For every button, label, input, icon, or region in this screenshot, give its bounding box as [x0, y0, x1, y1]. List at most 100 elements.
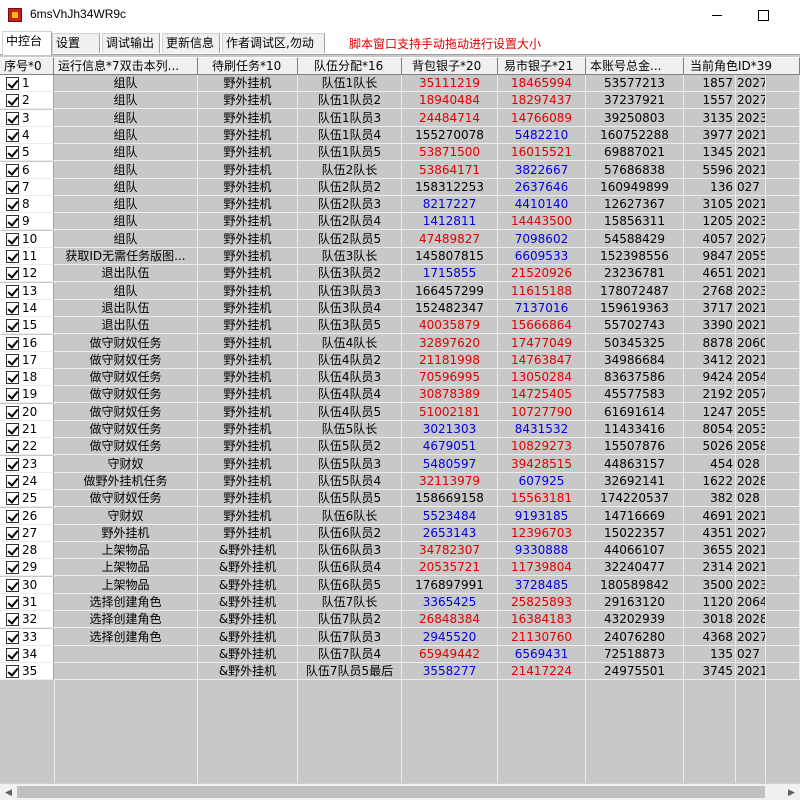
- role-id-suffix-cell[interactable]: 2064: [736, 594, 766, 611]
- bag-silver-cell[interactable]: 158669158: [402, 490, 498, 507]
- table-row[interactable]: 27 野外挂机 野外挂机 队伍6队员2 2653143 12396703 15022357 4…: [0, 525, 800, 542]
- role-id-suffix-cell[interactable]: 2058: [736, 438, 766, 455]
- checkbox-checked-icon[interactable]: [6, 613, 19, 626]
- market-silver-cell[interactable]: 16384183: [498, 611, 586, 628]
- tab-debug-output[interactable]: 调试输出: [102, 33, 160, 53]
- bag-silver-cell[interactable]: 155270078: [402, 127, 498, 144]
- row-index-cell[interactable]: 13: [0, 283, 54, 300]
- run-info-cell[interactable]: 组队: [54, 179, 198, 196]
- run-info-cell[interactable]: 组队: [54, 162, 198, 179]
- team-cell[interactable]: 队伍4队员4: [298, 386, 402, 403]
- run-info-cell[interactable]: 退出队伍: [54, 317, 198, 334]
- checkbox-checked-icon[interactable]: [6, 215, 19, 228]
- row-index-cell[interactable]: 21: [0, 421, 54, 438]
- role-id-suffix-cell[interactable]: 2028: [736, 473, 766, 490]
- role-id-cell[interactable]: 135: [684, 646, 736, 663]
- header-index[interactable]: 序号*0: [0, 57, 54, 75]
- run-info-cell[interactable]: 守财奴: [54, 508, 198, 525]
- market-silver-cell[interactable]: 17477049: [498, 335, 586, 352]
- row-index-cell[interactable]: 20: [0, 404, 54, 421]
- team-cell[interactable]: 队伍6队员2: [298, 525, 402, 542]
- role-id-cell[interactable]: 4651: [684, 265, 736, 282]
- role-id-suffix-cell[interactable]: 2027: [736, 75, 766, 92]
- checkbox-checked-icon[interactable]: [6, 233, 19, 246]
- role-id-suffix-cell[interactable]: 2021: [736, 508, 766, 525]
- tab-update-info[interactable]: 更新信息: [162, 33, 220, 53]
- table-row[interactable]: 9 组队 野外挂机 队伍2队员4 1412811 14443500 15856311 1205…: [0, 213, 800, 230]
- pending-task-cell[interactable]: 野外挂机: [198, 196, 298, 213]
- role-id-cell[interactable]: 3745: [684, 663, 736, 680]
- team-cell[interactable]: 队伍5队员5: [298, 490, 402, 507]
- table-row[interactable]: 33 选择创建角色 &野外挂机 队伍7队员3 2945520 21130760 240762…: [0, 629, 800, 646]
- pending-task-cell[interactable]: 野外挂机: [198, 404, 298, 421]
- row-index-cell[interactable]: 32: [0, 611, 54, 628]
- role-id-cell[interactable]: 4057: [684, 231, 736, 248]
- team-cell[interactable]: 队伍1队员3: [298, 110, 402, 127]
- run-info-cell[interactable]: 选择创建角色: [54, 629, 198, 646]
- table-row[interactable]: 21 做守财奴任务 野外挂机 队伍5队长 3021303 8431532 11433416 8…: [0, 421, 800, 438]
- bag-silver-cell[interactable]: 1715855: [402, 265, 498, 282]
- market-silver-cell[interactable]: 8431532: [498, 421, 586, 438]
- pending-task-cell[interactable]: 野外挂机: [198, 179, 298, 196]
- team-cell[interactable]: 队伍3队员2: [298, 265, 402, 282]
- bag-silver-cell[interactable]: 53871500: [402, 144, 498, 161]
- market-silver-cell[interactable]: 12396703: [498, 525, 586, 542]
- role-id-suffix-cell[interactable]: 2021: [736, 127, 766, 144]
- team-cell[interactable]: 队伍7队员2: [298, 611, 402, 628]
- bag-silver-cell[interactable]: 8217227: [402, 196, 498, 213]
- checkbox-checked-icon[interactable]: [6, 94, 19, 107]
- team-cell[interactable]: 队伍6队员5: [298, 577, 402, 594]
- run-info-cell[interactable]: 退出队伍: [54, 300, 198, 317]
- role-id-cell[interactable]: 5596: [684, 162, 736, 179]
- bag-silver-cell[interactable]: 24484714: [402, 110, 498, 127]
- bag-silver-cell[interactable]: 26848384: [402, 611, 498, 628]
- account-total-cell[interactable]: 15507876: [586, 438, 684, 455]
- table-row[interactable]: 18 做守财奴任务 野外挂机 队伍4队员3 70596995 13050284 836375…: [0, 369, 800, 386]
- pending-task-cell[interactable]: 野外挂机: [198, 473, 298, 490]
- row-index-cell[interactable]: 29: [0, 559, 54, 576]
- run-info-cell[interactable]: 上架物品: [54, 559, 198, 576]
- role-id-cell[interactable]: 136: [684, 179, 736, 196]
- pending-task-cell[interactable]: 野外挂机: [198, 438, 298, 455]
- checkbox-checked-icon[interactable]: [6, 527, 19, 540]
- header-pending-task[interactable]: 待刷任务*10: [198, 57, 298, 75]
- team-cell[interactable]: 队伍5队员3: [298, 456, 402, 473]
- account-total-cell[interactable]: 152398556: [586, 248, 684, 265]
- checkbox-checked-icon[interactable]: [6, 112, 19, 125]
- market-silver-cell[interactable]: 18465994: [498, 75, 586, 92]
- role-id-suffix-cell[interactable]: 027: [736, 646, 766, 663]
- account-total-cell[interactable]: 69887021: [586, 144, 684, 161]
- account-total-cell[interactable]: 15856311: [586, 213, 684, 230]
- pending-task-cell[interactable]: 野外挂机: [198, 421, 298, 438]
- bag-silver-cell[interactable]: 4679051: [402, 438, 498, 455]
- table-row[interactable]: 3 组队 野外挂机 队伍1队员3 24484714 14766089 39250803 313…: [0, 110, 800, 127]
- table-row[interactable]: 23 守财奴 野外挂机 队伍5队员3 5480597 39428515 44863157 45…: [0, 456, 800, 473]
- run-info-cell[interactable]: 组队: [54, 213, 198, 230]
- checkbox-checked-icon[interactable]: [6, 406, 19, 419]
- role-id-cell[interactable]: 4691: [684, 508, 736, 525]
- row-index-cell[interactable]: 34: [0, 646, 54, 663]
- pending-task-cell[interactable]: 野外挂机: [198, 162, 298, 179]
- header-market-silver[interactable]: 易市银子*21: [498, 57, 586, 75]
- account-total-cell[interactable]: 57686838: [586, 162, 684, 179]
- header-run-info[interactable]: 运行信息*7双击本列...: [54, 57, 198, 75]
- account-total-cell[interactable]: 159619363: [586, 300, 684, 317]
- account-total-cell[interactable]: 174220537: [586, 490, 684, 507]
- checkbox-checked-icon[interactable]: [6, 440, 19, 453]
- role-id-cell[interactable]: 1247: [684, 404, 736, 421]
- table-row[interactable]: 5 组队 野外挂机 队伍1队员5 53871500 16015521 69887021 134…: [0, 144, 800, 161]
- table-row[interactable]: 25 做守财奴任务 野外挂机 队伍5队员5 158669158 15563181 17422…: [0, 490, 800, 507]
- row-index-cell[interactable]: 31: [0, 594, 54, 611]
- checkbox-checked-icon[interactable]: [6, 319, 19, 332]
- role-id-cell[interactable]: 1622: [684, 473, 736, 490]
- run-info-cell[interactable]: 做守财奴任务: [54, 421, 198, 438]
- pending-task-cell[interactable]: &野外挂机: [198, 559, 298, 576]
- run-info-cell[interactable]: 做守财奴任务: [54, 438, 198, 455]
- table-row[interactable]: 35 &野外挂机 队伍7队员5最后 3558277 21417224 24975501 37…: [0, 663, 800, 680]
- market-silver-cell[interactable]: 14443500: [498, 213, 586, 230]
- checkbox-checked-icon[interactable]: [6, 302, 19, 315]
- minimize-icon[interactable]: [694, 0, 740, 31]
- checkbox-checked-icon[interactable]: [6, 77, 19, 90]
- account-total-cell[interactable]: 83637586: [586, 369, 684, 386]
- pending-task-cell[interactable]: 野外挂机: [198, 231, 298, 248]
